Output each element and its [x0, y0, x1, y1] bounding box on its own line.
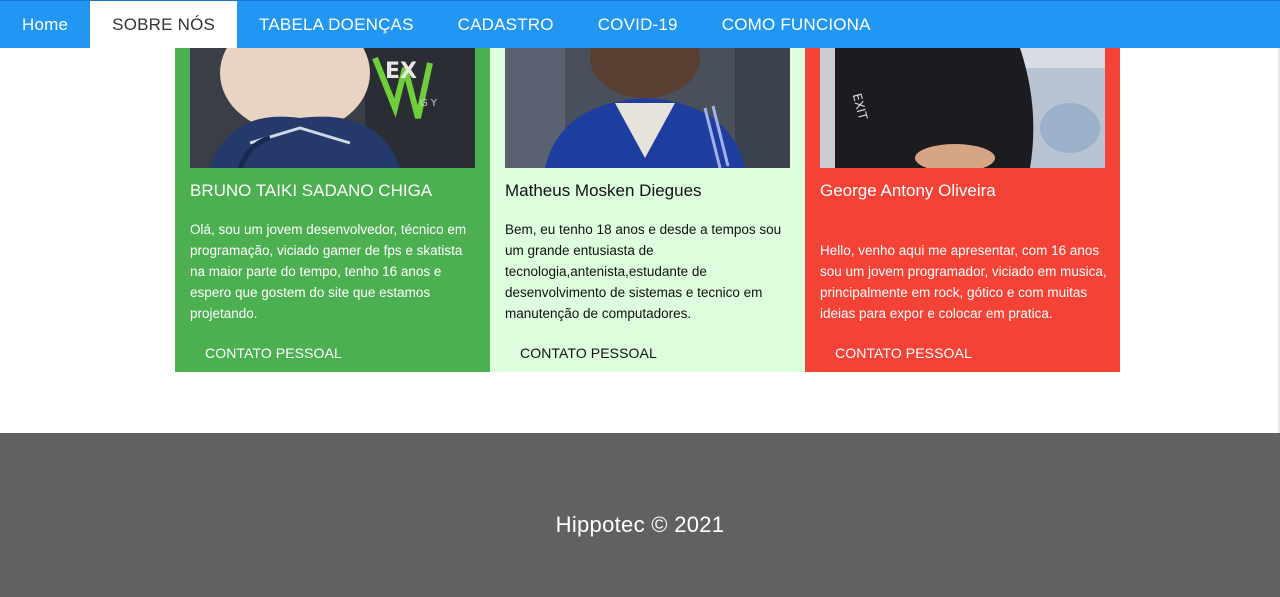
member-name: George Antony Oliveira — [820, 181, 996, 200]
member-photo: EX G Y — [190, 48, 475, 168]
member-name: BRUNO TAIKI SADANO CHIGA — [190, 181, 433, 200]
top-navbar: Home SOBRE NÓS TABELA DOENÇAS CADASTRO C… — [0, 0, 1280, 48]
member-photo — [505, 48, 790, 168]
member-name: Matheus Mosken Diegues — [505, 181, 702, 200]
nav-cadastro[interactable]: CADASTRO — [436, 1, 576, 48]
team-cards: EX G Y BRUNO TAIKI SADANO CHIGA Olá, sou… — [175, 48, 1120, 372]
nav-home[interactable]: Home — [0, 1, 90, 48]
contact-button[interactable]: CONTATO PESSOAL — [835, 344, 972, 362]
svg-text:G Y: G Y — [420, 98, 438, 109]
nav-tabela-doencas[interactable]: TABELA DOENÇAS — [237, 1, 436, 48]
svg-text:EX: EX — [385, 59, 417, 84]
footer: Hippotec © 2021 — [0, 433, 1280, 597]
team-card-george: EXIT George Antony Oliveira Hello, venho… — [805, 48, 1120, 372]
member-description: Bem, eu tenho 18 anos e desde a tempos s… — [505, 222, 782, 321]
member-photo: EXIT — [820, 48, 1105, 168]
footer-copyright: Hippotec © 2021 — [555, 512, 725, 537]
nav-covid-19[interactable]: COVID-19 — [576, 1, 700, 48]
contact-button[interactable]: CONTATO PESSOAL — [520, 344, 657, 362]
member-description: Olá, sou um jovem desenvolvedor, técnico… — [190, 222, 467, 321]
nav-como-funciona[interactable]: COMO FUNCIONA — [700, 1, 893, 48]
team-card-matheus: Matheus Mosken Diegues Bem, eu tenho 18 … — [490, 48, 805, 372]
contact-button[interactable]: CONTATO PESSOAL — [205, 344, 342, 362]
nav-sobre-nos[interactable]: SOBRE NÓS — [90, 1, 238, 48]
team-card-bruno: EX G Y BRUNO TAIKI SADANO CHIGA Olá, sou… — [175, 48, 490, 372]
member-description: Hello, venho aqui me apresentar, com 16 … — [820, 243, 1107, 321]
